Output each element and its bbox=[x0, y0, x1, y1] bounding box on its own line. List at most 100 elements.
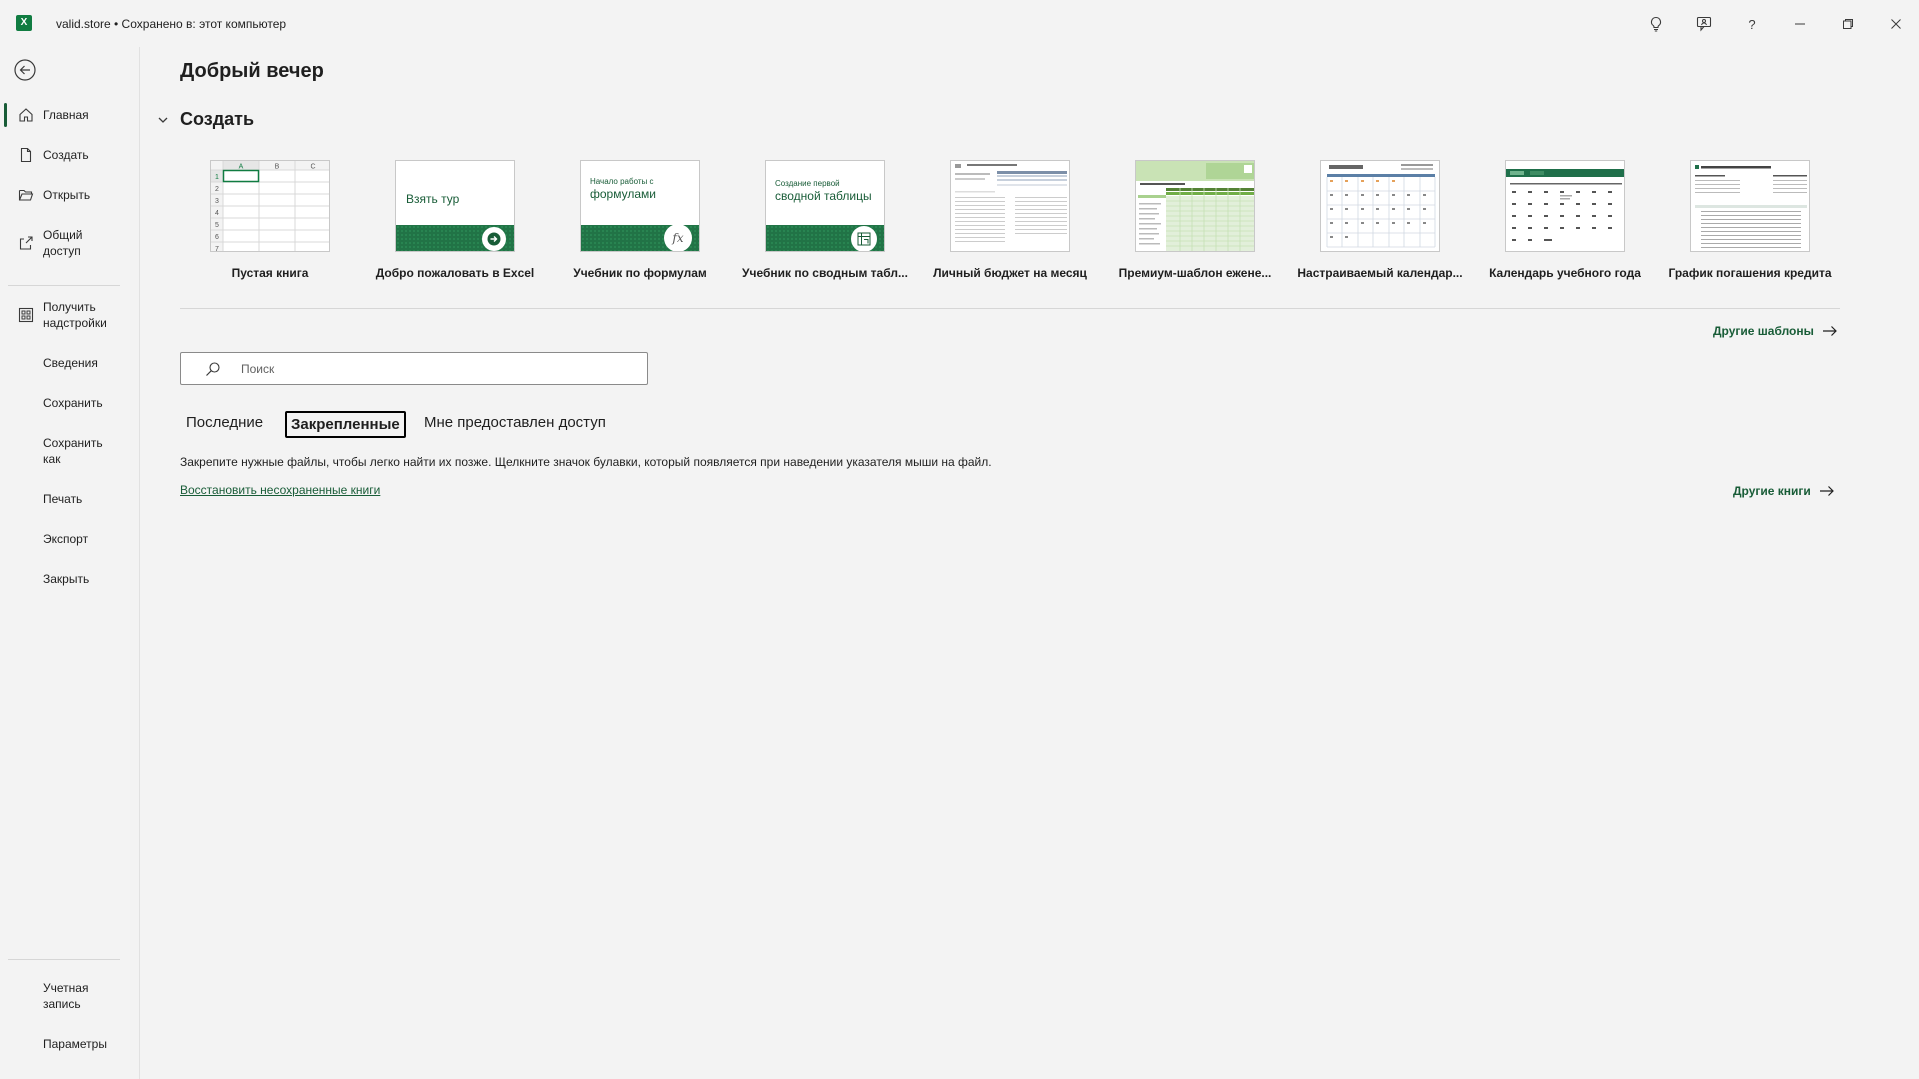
sidebar-item-label: Открыть bbox=[43, 188, 91, 202]
sidebar-item-info[interactable]: Сведения bbox=[0, 355, 140, 371]
sidebar-item-label: Создать bbox=[43, 148, 89, 162]
template-caption: Учебник по сводным табл... bbox=[742, 266, 908, 280]
column-header: B bbox=[275, 164, 280, 171]
arrow-right-icon bbox=[482, 227, 506, 251]
school-calendar-preview bbox=[1506, 169, 1624, 241]
template-caption: Добро пожаловать в Excel bbox=[375, 266, 535, 280]
template-thumbnail: A B C 1 2 3 4 5 6 7 bbox=[210, 160, 330, 252]
active-indicator bbox=[4, 103, 7, 127]
pinned-empty-message: Закрепите нужные файлы, чтобы легко найт… bbox=[180, 455, 992, 469]
template-caption: Премиум-шаблон ежене... bbox=[1118, 266, 1272, 280]
row-header: 6 bbox=[215, 234, 219, 241]
more-templates-label: Другие шаблоны bbox=[1713, 324, 1814, 338]
page-title: Добрый вечер bbox=[180, 60, 324, 82]
sidebar-item-home[interactable]: Главная bbox=[0, 103, 140, 127]
minimize-icon[interactable] bbox=[1788, 12, 1812, 36]
template-caption: График погашения кредита bbox=[1668, 266, 1832, 280]
new-document-icon bbox=[20, 147, 32, 163]
template-thumbnail bbox=[1505, 160, 1625, 252]
weekly-preview bbox=[1136, 161, 1254, 251]
sidebar-item-open[interactable]: Открыть bbox=[0, 187, 140, 203]
sidebar-item-close[interactable]: Закрыть bbox=[0, 571, 140, 587]
help-icon[interactable]: ? bbox=[1740, 12, 1764, 36]
calendar-preview bbox=[1326, 164, 1436, 248]
search-box[interactable] bbox=[180, 352, 648, 385]
sidebar-item-label: Экспорт bbox=[43, 532, 89, 546]
restore-icon[interactable] bbox=[1836, 12, 1860, 36]
share-icon bbox=[19, 236, 33, 250]
column-header: A bbox=[239, 164, 244, 171]
template-thumbnail: Создание первой сводной таблицы bbox=[765, 160, 885, 252]
search-icon bbox=[206, 362, 220, 376]
feedback-icon[interactable] bbox=[1692, 12, 1716, 36]
sidebar-divider bbox=[8, 285, 120, 286]
template-caption: Пустая книга bbox=[231, 266, 309, 280]
row-header: 1 bbox=[215, 174, 219, 181]
home-icon bbox=[19, 108, 33, 122]
template-thumbnail: Начало работы с формулами fx bbox=[580, 160, 700, 252]
sidebar-item-account[interactable]: Учетная запись bbox=[0, 980, 140, 1012]
sidebar-item-get-addins[interactable]: Получить надстройки bbox=[0, 299, 140, 331]
row-header: 2 bbox=[215, 186, 219, 193]
thumbnail-subtext: Начало работы с bbox=[590, 177, 654, 186]
sidebar-item-new[interactable]: Создать bbox=[0, 147, 140, 163]
backstage-sidebar: Главная Создать Открыть Общий доступ Пол… bbox=[0, 47, 140, 1079]
sidebar-item-label: Сохранить bbox=[43, 396, 103, 410]
sidebar-item-label: Учетная запись bbox=[43, 981, 89, 1011]
sidebar-item-options[interactable]: Параметры bbox=[0, 1036, 140, 1052]
tab-pinned[interactable]: Закрепленные bbox=[285, 411, 406, 438]
sidebar-divider bbox=[8, 959, 120, 960]
thumbnail-text: сводной таблицы bbox=[775, 189, 872, 203]
lightbulb-icon[interactable] bbox=[1644, 12, 1668, 36]
tab-shared-with-me[interactable]: Мне предоставлен доступ bbox=[420, 411, 610, 434]
more-books-label: Другие книги bbox=[1733, 484, 1811, 498]
tab-recent[interactable]: Последние bbox=[182, 411, 267, 434]
thumbnail-text: Взять тур bbox=[406, 192, 460, 206]
sidebar-item-save[interactable]: Сохранить bbox=[0, 395, 140, 411]
sidebar-item-label: Общий доступ bbox=[43, 228, 83, 258]
sidebar-item-share[interactable]: Общий доступ bbox=[0, 227, 140, 259]
addins-icon bbox=[18, 307, 34, 323]
template-thumbnail: Взять тур bbox=[395, 160, 515, 252]
create-section-title: Создать bbox=[180, 109, 255, 129]
sidebar-item-label: Закрыть bbox=[43, 572, 90, 586]
search-input[interactable] bbox=[241, 353, 641, 384]
template-thumbnail bbox=[1690, 160, 1810, 252]
create-section-header[interactable]: Создать bbox=[155, 109, 254, 130]
row-header: 4 bbox=[215, 210, 219, 217]
row-header: 5 bbox=[215, 222, 219, 229]
chevron-down-icon bbox=[158, 117, 168, 123]
loan-preview bbox=[1695, 165, 1807, 248]
thumbnail-subtext: Создание первой bbox=[775, 179, 840, 188]
template-thumbnail bbox=[950, 160, 1070, 252]
section-divider bbox=[180, 308, 1840, 309]
sidebar-item-label: Сохранить как bbox=[43, 436, 103, 466]
column-header: C bbox=[310, 164, 315, 171]
sidebar-item-save-as[interactable]: Сохранить как bbox=[0, 435, 140, 467]
row-header: 3 bbox=[215, 198, 219, 205]
sidebar-item-label: Параметры bbox=[43, 1037, 107, 1051]
template-caption: Календарь учебного года bbox=[1489, 266, 1641, 280]
restore-unsaved-link[interactable]: Восстановить несохраненные книги bbox=[180, 483, 380, 497]
more-books-link[interactable]: Другие книги bbox=[1733, 484, 1835, 498]
template-caption: Личный бюджет на месяц bbox=[933, 266, 1087, 280]
template-thumbnail bbox=[1135, 160, 1255, 252]
arrow-right-icon bbox=[1822, 326, 1837, 336]
back-arrow-icon[interactable] bbox=[13, 58, 37, 82]
sidebar-item-label: Сведения bbox=[43, 356, 98, 370]
function-icon: fx bbox=[664, 224, 692, 251]
more-templates-link[interactable]: Другие шаблоны bbox=[1713, 324, 1838, 338]
row-header: 7 bbox=[215, 246, 219, 252]
excel-logo-icon: X bbox=[16, 15, 32, 31]
template-caption: Настраиваемый календар... bbox=[1297, 266, 1463, 280]
sidebar-item-label: Печать bbox=[43, 492, 83, 506]
thumbnail-text: формулами bbox=[590, 187, 656, 201]
template-thumbnail bbox=[1320, 160, 1440, 252]
close-icon[interactable] bbox=[1884, 12, 1908, 36]
title-bar: X valid.store • Сохранено в: этот компью… bbox=[0, 0, 1919, 47]
sidebar-item-label: Главная bbox=[43, 108, 89, 122]
template-caption: Учебник по формулам bbox=[573, 266, 707, 280]
sidebar-item-export[interactable]: Экспорт bbox=[0, 531, 140, 547]
document-title: valid.store • Сохранено в: этот компьюте… bbox=[56, 17, 287, 31]
sidebar-item-print[interactable]: Печать bbox=[0, 491, 140, 507]
